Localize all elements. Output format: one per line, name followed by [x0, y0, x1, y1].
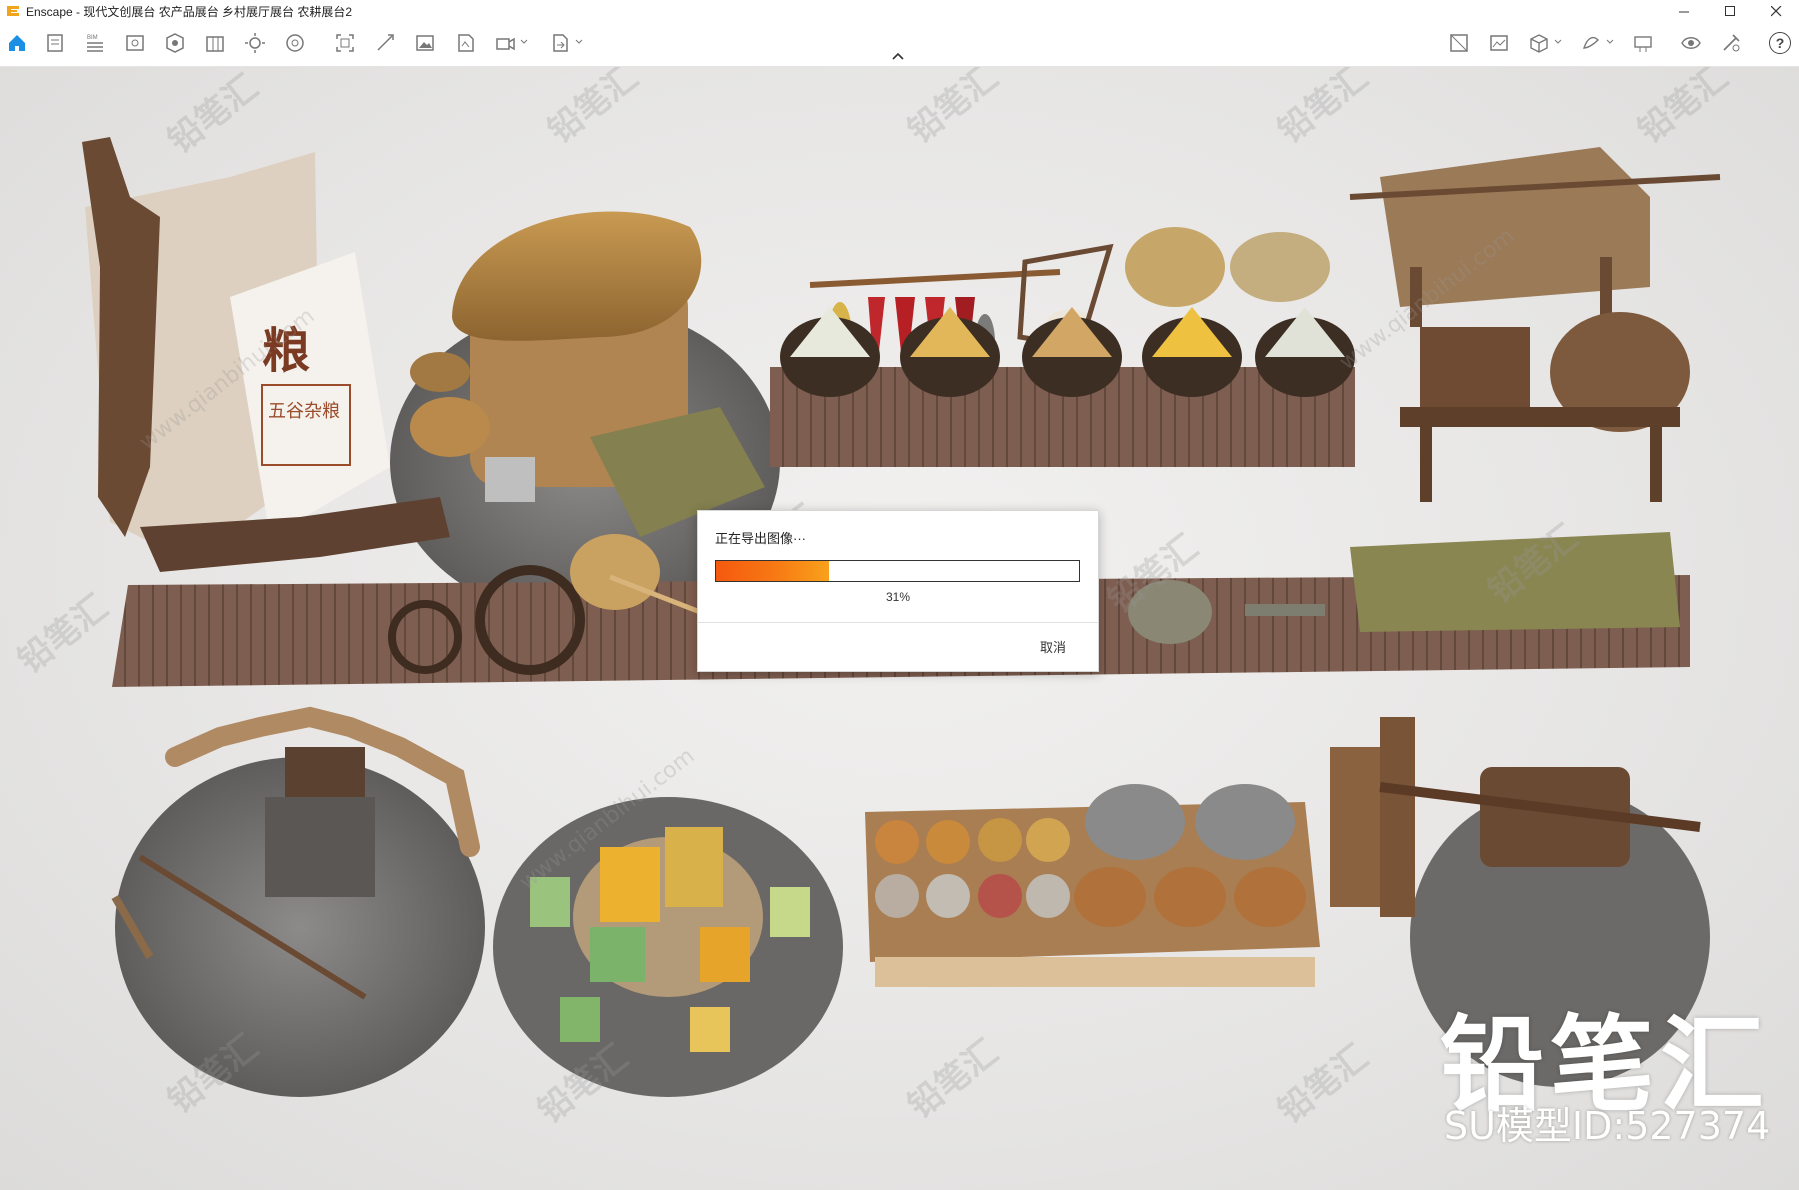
image-icon: [416, 35, 434, 51]
panel-subtitle: 五谷杂粮: [268, 401, 340, 422]
visual-settings-button[interactable]: [1486, 30, 1512, 56]
atmosphere-button[interactable]: [282, 30, 308, 56]
screenshot-icon: [336, 34, 354, 52]
video-icon: [496, 37, 515, 51]
chevron-down-icon: [1606, 39, 1614, 44]
collapse-toolbar-icon[interactable]: [890, 50, 906, 62]
export-progress-dialog: 正在导出图像··· 31% 取消: [697, 510, 1099, 672]
grain-bowls-table: [770, 307, 1355, 467]
dialog-title: 正在导出图像···: [715, 531, 806, 546]
feedback-button[interactable]: [1718, 30, 1744, 56]
progress-bar: [715, 560, 1080, 582]
sun-icon: [245, 33, 265, 53]
close-icon: [1770, 5, 1781, 16]
model-id-watermark: SU模型ID:527374: [1444, 1104, 1771, 1148]
collaboration-icon: [1634, 36, 1652, 52]
cancel-button[interactable]: 取消: [1040, 637, 1066, 656]
eye-icon: [1681, 37, 1701, 49]
granary-display-panel: 粮 五谷杂粮: [82, 137, 390, 547]
feedback-icon: [1723, 34, 1740, 52]
library-icon: [206, 36, 224, 52]
dialog-divider: [698, 622, 1098, 623]
atmosphere-icon: [286, 34, 304, 52]
assets-icon: [166, 33, 184, 53]
bim-icon: BIM: [87, 35, 103, 52]
grain-baskets-table: [865, 784, 1320, 987]
maximize-button[interactable]: [1707, 0, 1753, 22]
video-button[interactable]: [492, 30, 528, 56]
settings-button[interactable]: [42, 30, 68, 56]
title-bar: Enscape - 现代文创展台 农产品展台 乡村展厅展台 农耕展台2: [0, 0, 1799, 22]
views-button[interactable]: [122, 30, 148, 56]
material-editor-button[interactable]: [1446, 30, 1472, 56]
home-icon: [9, 35, 25, 51]
eye-button[interactable]: [1678, 30, 1704, 56]
bim-button[interactable]: BIM: [82, 30, 108, 56]
sun-button[interactable]: [242, 30, 268, 56]
library-button[interactable]: [202, 30, 228, 56]
settings-icon: [47, 34, 63, 52]
progress-bar-fill: [716, 561, 829, 581]
material-editor-icon: [1450, 34, 1468, 52]
help-button[interactable]: ?: [1769, 32, 1791, 54]
assets-button[interactable]: [162, 30, 188, 56]
batch-render-button[interactable]: [372, 30, 398, 56]
chevron-down-icon: [1554, 39, 1562, 44]
cube-icon: [1530, 34, 1548, 53]
batch-render-icon: [377, 34, 394, 51]
chevron-down-icon: [575, 39, 583, 44]
close-button[interactable]: [1753, 0, 1799, 22]
packaged-products-display: [493, 797, 843, 1097]
vr-icon: [1583, 36, 1599, 49]
visual-settings-icon: [1490, 35, 1508, 51]
home-button[interactable]: [4, 30, 30, 56]
screenshot-button[interactable]: [332, 30, 358, 56]
minimize-button[interactable]: [1661, 0, 1707, 22]
chevron-down-icon: [520, 39, 528, 44]
minimize-icon: [1678, 11, 1689, 12]
window-title: Enscape - 现代文创展台 农产品展台 乡村展厅展台 农耕展台2: [26, 4, 353, 19]
winnowing-machines: [1349, 147, 1721, 502]
cube-button[interactable]: [1526, 30, 1562, 56]
svg-text:BIM: BIM: [87, 35, 98, 41]
panorama-icon: [458, 34, 474, 52]
stone-well: [111, 706, 485, 1097]
progress-percent: 31%: [885, 590, 911, 604]
enscape-toolbar: BIM ?: [0, 22, 1799, 67]
views-icon: [126, 35, 144, 51]
panorama-button[interactable]: [452, 30, 478, 56]
vr-button[interactable]: [1578, 30, 1614, 56]
export-icon: [553, 34, 568, 52]
export-button[interactable]: [547, 30, 583, 56]
collaboration-button[interactable]: [1630, 30, 1656, 56]
image-button[interactable]: [412, 30, 438, 56]
maximize-icon: [1724, 5, 1735, 16]
enscape-logo-icon: [7, 6, 19, 16]
panel-character: 粮: [262, 323, 310, 379]
